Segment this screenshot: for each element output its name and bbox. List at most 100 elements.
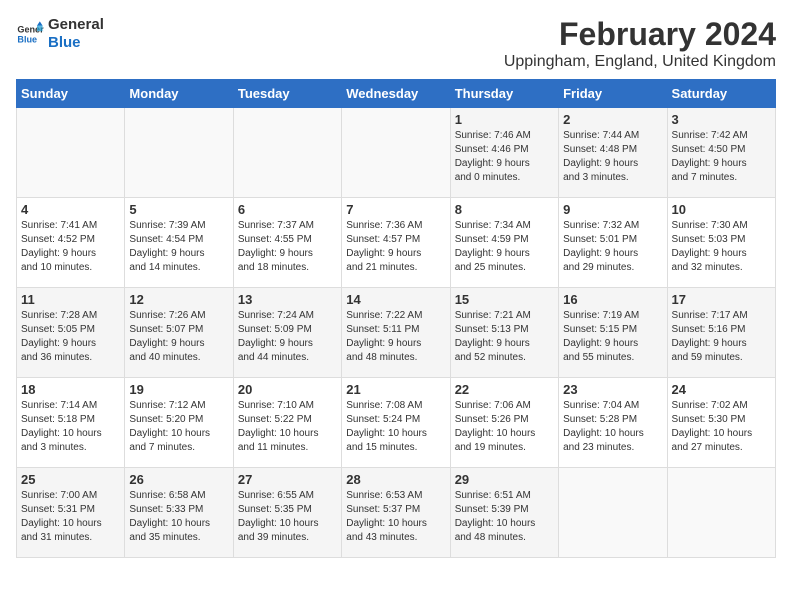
day-info: Sunrise: 6:53 AM Sunset: 5:37 PM Dayligh…: [346, 489, 445, 545]
calendar-cell: 2 Sunrise: 7:44 AM Sunset: 4:48 PM Daylig…: [559, 108, 667, 198]
day-info: Sunrise: 7:24 AM Sunset: 5:09 PM Dayligh…: [238, 309, 337, 365]
col-header-wednesday: Wednesday: [342, 80, 450, 108]
col-header-sunday: Sunday: [17, 80, 125, 108]
calendar-cell: 15 Sunrise: 7:21 AM Sunset: 5:13 PM Dayli…: [450, 288, 558, 378]
calendar-cell: 16 Sunrise: 7:19 AM Sunset: 5:15 PM Dayli…: [559, 288, 667, 378]
calendar-week-3: 11 Sunrise: 7:28 AM Sunset: 5:05 PM Dayli…: [17, 288, 776, 378]
day-number: 12: [129, 292, 228, 307]
logo: General Blue General Blue: [16, 16, 104, 52]
calendar-cell: 4 Sunrise: 7:41 AM Sunset: 4:52 PM Daylig…: [17, 198, 125, 288]
day-info: Sunrise: 7:08 AM Sunset: 5:24 PM Dayligh…: [346, 399, 445, 455]
day-info: Sunrise: 7:00 AM Sunset: 5:31 PM Dayligh…: [21, 489, 120, 545]
day-info: Sunrise: 7:37 AM Sunset: 4:55 PM Dayligh…: [238, 219, 337, 275]
svg-text:Blue: Blue: [17, 34, 37, 44]
day-info: Sunrise: 7:17 AM Sunset: 5:16 PM Dayligh…: [672, 309, 771, 365]
calendar-cell: 25 Sunrise: 7:00 AM Sunset: 5:31 PM Dayli…: [17, 468, 125, 558]
day-number: 21: [346, 382, 445, 397]
calendar-cell: 12 Sunrise: 7:26 AM Sunset: 5:07 PM Dayli…: [125, 288, 233, 378]
calendar-week-1: 1 Sunrise: 7:46 AM Sunset: 4:46 PM Daylig…: [17, 108, 776, 198]
day-info: Sunrise: 7:30 AM Sunset: 5:03 PM Dayligh…: [672, 219, 771, 275]
day-number: 13: [238, 292, 337, 307]
calendar-cell: 6 Sunrise: 7:37 AM Sunset: 4:55 PM Daylig…: [233, 198, 341, 288]
calendar-week-5: 25 Sunrise: 7:00 AM Sunset: 5:31 PM Dayli…: [17, 468, 776, 558]
day-number: 1: [455, 112, 554, 127]
day-number: 28: [346, 472, 445, 487]
day-number: 29: [455, 472, 554, 487]
calendar-cell: 7 Sunrise: 7:36 AM Sunset: 4:57 PM Daylig…: [342, 198, 450, 288]
day-info: Sunrise: 6:55 AM Sunset: 5:35 PM Dayligh…: [238, 489, 337, 545]
day-info: Sunrise: 7:42 AM Sunset: 4:50 PM Dayligh…: [672, 129, 771, 185]
day-number: 27: [238, 472, 337, 487]
calendar-cell: 26Sunrise: 6:58 AM Sunset: 5:33 PM Dayli…: [125, 468, 233, 558]
day-number: 20: [238, 382, 337, 397]
calendar-week-4: 18 Sunrise: 7:14 AM Sunset: 5:18 PM Dayli…: [17, 378, 776, 468]
day-info: Sunrise: 7:46 AM Sunset: 4:46 PM Dayligh…: [455, 129, 554, 185]
day-info: Sunrise: 7:14 AM Sunset: 5:18 PM Dayligh…: [21, 399, 120, 455]
day-number: 2: [563, 112, 662, 127]
day-info: Sunrise: 7:34 AM Sunset: 4:59 PM Dayligh…: [455, 219, 554, 275]
logo-icon: General Blue: [16, 20, 44, 48]
calendar-cell: 22 Sunrise: 7:06 AM Sunset: 5:26 PM Dayli…: [450, 378, 558, 468]
day-info: Sunrise: 7:28 AM Sunset: 5:05 PM Dayligh…: [21, 309, 120, 365]
calendar-week-2: 4 Sunrise: 7:41 AM Sunset: 4:52 PM Daylig…: [17, 198, 776, 288]
calendar-cell: [559, 468, 667, 558]
day-number: 11: [21, 292, 120, 307]
day-info: Sunrise: 7:26 AM Sunset: 5:07 PM Dayligh…: [129, 309, 228, 365]
day-number: 16: [563, 292, 662, 307]
day-number: 23: [563, 382, 662, 397]
calendar-cell: 18 Sunrise: 7:14 AM Sunset: 5:18 PM Dayli…: [17, 378, 125, 468]
calendar-table: SundayMondayTuesdayWednesdayThursdayFrid…: [16, 79, 776, 558]
day-number: 10: [672, 202, 771, 217]
calendar-cell: 28 Sunrise: 6:53 AM Sunset: 5:37 PM Dayli…: [342, 468, 450, 558]
day-number: 24: [672, 382, 771, 397]
day-number: 25: [21, 472, 120, 487]
col-header-saturday: Saturday: [667, 80, 775, 108]
calendar-cell: 14 Sunrise: 7:22 AM Sunset: 5:11 PM Dayli…: [342, 288, 450, 378]
day-number: 26: [129, 472, 228, 487]
day-number: 22: [455, 382, 554, 397]
calendar-header-row: SundayMondayTuesdayWednesdayThursdayFrid…: [17, 80, 776, 108]
day-info: Sunrise: 7:32 AM Sunset: 5:01 PM Dayligh…: [563, 219, 662, 275]
day-info: Sunrise: 7:12 AM Sunset: 5:20 PM Dayligh…: [129, 399, 228, 455]
calendar-cell: 20 Sunrise: 7:10 AM Sunset: 5:22 PM Dayli…: [233, 378, 341, 468]
calendar-cell: 13 Sunrise: 7:24 AM Sunset: 5:09 PM Dayli…: [233, 288, 341, 378]
calendar-cell: 29Sunrise: 6:51 AM Sunset: 5:39 PM Dayli…: [450, 468, 558, 558]
logo-general: General: [48, 16, 104, 34]
day-number: 5: [129, 202, 228, 217]
day-info: Sunrise: 7:44 AM Sunset: 4:48 PM Dayligh…: [563, 129, 662, 185]
day-info: Sunrise: 7:39 AM Sunset: 4:54 PM Dayligh…: [129, 219, 228, 275]
day-number: 3: [672, 112, 771, 127]
calendar-cell: 24Sunrise: 7:02 AM Sunset: 5:30 PM Dayli…: [667, 378, 775, 468]
calendar-cell: [342, 108, 450, 198]
day-info: Sunrise: 7:10 AM Sunset: 5:22 PM Dayligh…: [238, 399, 337, 455]
day-number: 6: [238, 202, 337, 217]
day-info: Sunrise: 7:41 AM Sunset: 4:52 PM Dayligh…: [21, 219, 120, 275]
title-area: February 2024 Uppingham, England, United…: [504, 16, 776, 71]
calendar-cell: 11 Sunrise: 7:28 AM Sunset: 5:05 PM Dayli…: [17, 288, 125, 378]
day-number: 15: [455, 292, 554, 307]
calendar-cell: [125, 108, 233, 198]
day-number: 17: [672, 292, 771, 307]
calendar-cell: 10 Sunrise: 7:30 AM Sunset: 5:03 PM Dayli…: [667, 198, 775, 288]
calendar-cell: 3 Sunrise: 7:42 AM Sunset: 4:50 PM Daylig…: [667, 108, 775, 198]
day-number: 14: [346, 292, 445, 307]
day-info: Sunrise: 7:06 AM Sunset: 5:26 PM Dayligh…: [455, 399, 554, 455]
day-info: Sunrise: 7:04 AM Sunset: 5:28 PM Dayligh…: [563, 399, 662, 455]
calendar-cell: 17 Sunrise: 7:17 AM Sunset: 5:16 PM Dayli…: [667, 288, 775, 378]
col-header-friday: Friday: [559, 80, 667, 108]
day-info: Sunrise: 7:21 AM Sunset: 5:13 PM Dayligh…: [455, 309, 554, 365]
day-number: 4: [21, 202, 120, 217]
col-header-tuesday: Tuesday: [233, 80, 341, 108]
calendar-cell: 9Sunrise: 7:32 AM Sunset: 5:01 PM Daylig…: [559, 198, 667, 288]
day-info: Sunrise: 7:19 AM Sunset: 5:15 PM Dayligh…: [563, 309, 662, 365]
col-header-monday: Monday: [125, 80, 233, 108]
logo-blue: Blue: [48, 34, 104, 52]
day-info: Sunrise: 7:22 AM Sunset: 5:11 PM Dayligh…: [346, 309, 445, 365]
subtitle: Uppingham, England, United Kingdom: [504, 53, 776, 71]
calendar-cell: [667, 468, 775, 558]
day-info: Sunrise: 7:36 AM Sunset: 4:57 PM Dayligh…: [346, 219, 445, 275]
day-number: 18: [21, 382, 120, 397]
day-number: 7: [346, 202, 445, 217]
main-title: February 2024: [504, 16, 776, 53]
calendar-cell: [17, 108, 125, 198]
